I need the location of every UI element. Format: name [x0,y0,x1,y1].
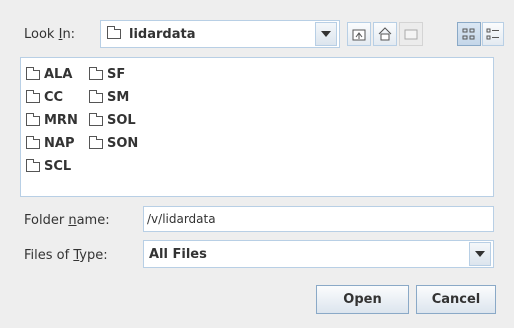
chevron-down-icon [321,31,331,37]
look-in-combo[interactable]: lidardata [100,20,340,48]
chevron-down-icon [475,251,485,257]
open-button-label: Open [343,292,382,307]
folder-icon [89,135,103,149]
files-of-type-dropdown-button[interactable] [469,242,491,266]
list-item[interactable]: SM [89,89,130,105]
home-button[interactable] [373,22,397,46]
folder-icon [26,66,40,80]
cancel-button[interactable]: Cancel [416,285,496,314]
folder-name-label-text: Folder [24,213,69,228]
list-item-label: SON [107,136,139,151]
look-in-selected-text: lidardata [129,26,196,42]
new-folder-icon [404,29,418,40]
files-of-type-combo[interactable]: All Files [143,240,494,268]
folder-name-mnemonic: n [68,213,77,228]
look-in-label: Look In: [24,27,75,42]
list-item-label: CC [44,90,64,105]
home-icon [378,27,392,41]
list-item[interactable]: ALA [26,66,73,82]
list-item-label: SF [107,67,126,82]
up-folder-icon [352,29,366,41]
folder-icon [89,89,103,103]
folder-name-label: Folder name: [24,213,110,228]
list-item[interactable]: SF [89,66,126,82]
folder-name-field[interactable]: /v/lidardata [143,206,494,232]
list-view-icon [462,28,475,40]
files-of-type-label: Files of Type: [24,248,108,263]
look-in-dropdown-button[interactable] [315,22,337,46]
folder-icon [89,66,103,80]
cancel-button-label: Cancel [431,292,481,307]
folder-icon [26,89,40,103]
look-in-label-text: Look [24,27,59,42]
list-item-label: NAP [44,136,75,151]
look-in-label-suffix: n: [62,27,76,42]
details-view-icon [486,28,499,40]
list-item-label: SM [107,90,130,105]
open-button[interactable]: Open [316,285,409,314]
list-item-label: SOL [107,113,136,128]
list-view-button[interactable] [457,22,481,46]
folder-icon [107,26,121,39]
list-item[interactable]: SOL [89,112,136,128]
list-item[interactable]: CC [26,89,64,105]
new-folder-button[interactable] [399,22,423,46]
list-item-label: SCL [44,159,72,174]
up-folder-button[interactable] [347,22,371,46]
list-item[interactable]: NAP [26,135,75,151]
list-item[interactable]: SON [89,135,139,151]
folder-name-label-suffix: ame: [76,213,110,228]
folder-icon [26,135,40,149]
files-of-type-value: All Files [149,246,207,262]
list-item[interactable]: SCL [26,158,72,174]
files-of-type-label-suffix: ype: [79,248,108,263]
list-item-label: ALA [44,67,73,82]
list-item[interactable]: MRN [26,112,78,128]
look-in-selected: lidardata [101,26,315,42]
files-of-type-label-text: Files of [24,248,74,263]
list-item-label: MRN [44,113,78,128]
folder-name-value: /v/lidardata [147,212,216,226]
folder-icon [26,158,40,172]
folder-icon [26,112,40,126]
details-view-button[interactable] [482,22,504,46]
folder-icon [89,112,103,126]
file-list[interactable]: ALA CC MRN NAP SCL SF SM SOL SON [20,57,494,197]
